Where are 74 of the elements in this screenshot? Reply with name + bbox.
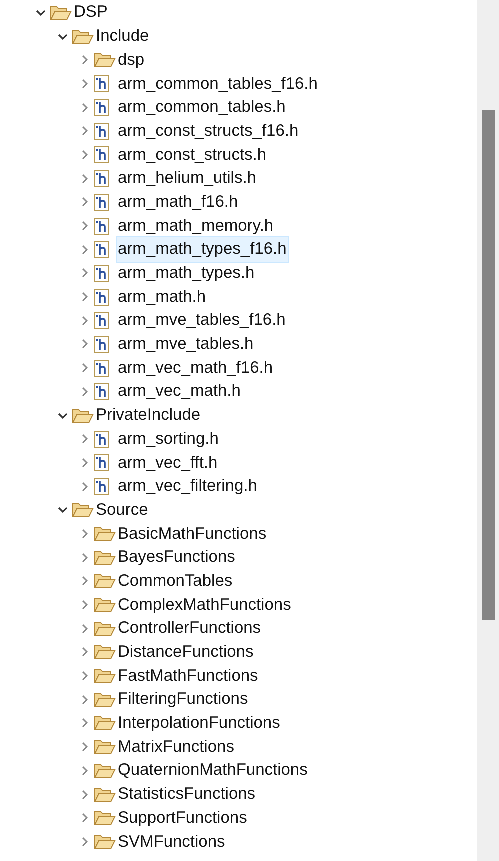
open-folder-icon bbox=[94, 526, 116, 542]
expand-chevron-icon[interactable] bbox=[80, 624, 90, 634]
open-folder-icon bbox=[72, 408, 94, 424]
open-folder-icon bbox=[94, 762, 116, 779]
header-file-icon bbox=[94, 264, 109, 282]
open-folder-icon bbox=[94, 810, 116, 826]
collapse-chevron-icon[interactable] bbox=[58, 505, 68, 516]
expand-chevron-icon[interactable] bbox=[80, 790, 90, 800]
expand-chevron-icon[interactable] bbox=[80, 102, 90, 113]
file-item[interactable]: arm_math_types_f16.h bbox=[116, 236, 289, 264]
header-file-icon bbox=[94, 218, 109, 235]
expand-chevron-icon[interactable] bbox=[80, 671, 90, 682]
expand-chevron-icon[interactable] bbox=[80, 363, 90, 374]
header-file-icon bbox=[94, 288, 109, 306]
header-file-icon bbox=[94, 241, 109, 258]
open-folder-icon bbox=[94, 573, 116, 590]
collapse-chevron-icon[interactable] bbox=[58, 32, 68, 42]
header-file-icon bbox=[94, 146, 109, 164]
expand-chevron-icon[interactable] bbox=[80, 126, 90, 136]
header-file-icon bbox=[94, 383, 109, 400]
header-file-icon bbox=[94, 454, 109, 472]
expand-chevron-icon[interactable] bbox=[80, 150, 90, 160]
expand-chevron-icon[interactable] bbox=[80, 197, 90, 208]
open-folder-icon bbox=[94, 739, 116, 756]
expand-chevron-icon[interactable] bbox=[80, 434, 90, 444]
expand-chevron-icon[interactable] bbox=[80, 836, 90, 847]
expand-chevron-icon[interactable] bbox=[80, 339, 90, 350]
header-file-icon bbox=[94, 194, 109, 211]
open-folder-icon bbox=[94, 644, 116, 660]
expand-chevron-icon[interactable] bbox=[80, 552, 90, 563]
header-file-icon bbox=[94, 478, 109, 496]
header-file-icon bbox=[94, 99, 109, 116]
header-file-icon bbox=[94, 336, 109, 353]
expand-chevron-icon[interactable] bbox=[80, 221, 90, 232]
header-file-icon bbox=[94, 430, 109, 448]
open-folder-icon bbox=[50, 4, 72, 21]
open-folder-icon bbox=[94, 620, 116, 637]
header-file-icon bbox=[94, 170, 109, 188]
expand-chevron-icon[interactable] bbox=[80, 694, 90, 705]
expand-chevron-icon[interactable] bbox=[80, 458, 90, 468]
header-file-icon bbox=[94, 122, 109, 140]
expand-chevron-icon[interactable] bbox=[80, 813, 90, 824]
open-folder-icon bbox=[94, 550, 116, 566]
open-folder-icon bbox=[72, 28, 94, 45]
expand-chevron-icon[interactable] bbox=[80, 600, 90, 610]
header-file-icon bbox=[94, 312, 109, 330]
expand-chevron-icon[interactable] bbox=[80, 55, 90, 66]
open-folder-icon bbox=[94, 786, 116, 803]
collapse-chevron-icon[interactable] bbox=[58, 410, 68, 421]
expand-chevron-icon[interactable] bbox=[80, 386, 90, 397]
header-file-icon bbox=[94, 75, 109, 92]
expand-chevron-icon[interactable] bbox=[80, 78, 90, 89]
open-folder-icon bbox=[94, 692, 116, 708]
expand-chevron-icon[interactable] bbox=[80, 647, 90, 658]
open-folder-icon bbox=[94, 597, 116, 614]
expand-chevron-icon[interactable] bbox=[80, 244, 90, 255]
open-folder-icon bbox=[72, 502, 94, 518]
open-folder-icon bbox=[94, 834, 116, 850]
expand-chevron-icon[interactable] bbox=[80, 718, 90, 728]
expand-chevron-icon[interactable] bbox=[80, 292, 90, 302]
open-folder-icon bbox=[94, 668, 116, 684]
expand-chevron-icon[interactable] bbox=[80, 174, 90, 184]
open-folder-icon bbox=[94, 52, 116, 68]
expand-chevron-icon[interactable] bbox=[80, 766, 90, 776]
open-folder-icon bbox=[94, 715, 116, 732]
expand-chevron-icon[interactable] bbox=[80, 482, 90, 492]
expand-chevron-icon[interactable] bbox=[80, 268, 90, 278]
expand-chevron-icon[interactable] bbox=[80, 576, 90, 586]
expand-chevron-icon[interactable] bbox=[80, 528, 90, 539]
scrollbar-thumb[interactable] bbox=[482, 110, 494, 620]
expand-chevron-icon[interactable] bbox=[80, 742, 90, 752]
collapse-chevron-icon[interactable] bbox=[36, 8, 46, 18]
expand-chevron-icon[interactable] bbox=[80, 316, 90, 326]
header-file-icon bbox=[94, 360, 109, 377]
